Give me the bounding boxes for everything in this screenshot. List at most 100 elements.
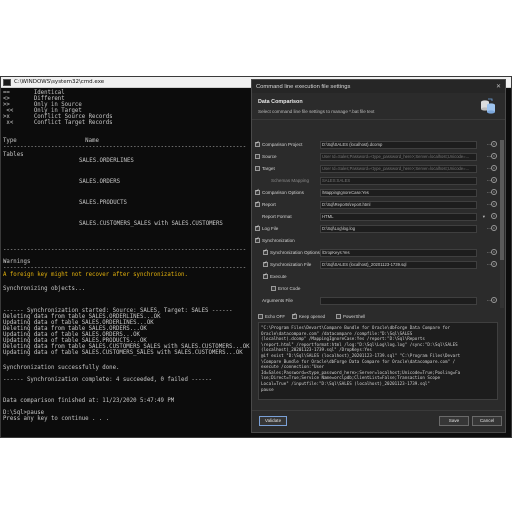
sync-complete: ------ Synchronization complete: 4 succe…	[3, 377, 212, 383]
dialog-title: Command line execution file settings	[256, 83, 351, 90]
synchronization-checkbox[interactable]	[255, 236, 260, 243]
cmd-title: C:\WINDOWS\system32\cmd.exe	[14, 79, 105, 85]
target-checkbox[interactable]	[255, 166, 260, 171]
sync-file-row: Synchronization File D:\Sql\SALES (local…	[254, 260, 497, 270]
footer-divider	[252, 410, 505, 411]
sync-file-checkbox[interactable]	[263, 260, 268, 267]
keep-opened-label: Keep opened	[299, 314, 326, 319]
legend-line: x< Conflict Target Records	[3, 120, 113, 126]
more-icon[interactable]: •	[491, 165, 497, 171]
terminal-icon	[3, 78, 11, 86]
error-code-label: Error Code	[278, 286, 301, 291]
arguments-file-field[interactable]	[320, 297, 477, 305]
more-icon[interactable]: •	[491, 261, 497, 267]
scrollbar-thumb[interactable]	[500, 140, 504, 260]
cancel-button[interactable]: Cancel	[472, 416, 502, 426]
more-icon[interactable]: •	[491, 225, 497, 231]
report-field[interactable]: D:\Sql\Reports\report.html	[320, 201, 477, 209]
report-format-select[interactable]: HTML	[320, 213, 477, 221]
cmd-output: == Identical <> Different >> Only in Sou…	[1, 88, 251, 437]
target-field[interactable]: User Id=Sales;Password=<type_password_he…	[320, 165, 477, 173]
powershell-label: PowerShell	[343, 314, 366, 319]
report-format-row: Report Format HTML ▾ •	[254, 212, 497, 222]
header-divider	[252, 119, 505, 120]
sync-options-row: Synchronization Options /DropKeys:Yes … …	[254, 248, 497, 258]
divider-line: ----------------------------------------…	[3, 247, 247, 253]
sync-file-label: Synchronization File	[270, 262, 312, 267]
sync-file-field[interactable]: D:\Sql\SALES (localhost)_20201123-1739.s…	[320, 261, 477, 269]
more-icon[interactable]: •	[491, 249, 497, 255]
report-row: Report D:\Sql\Reports\report.html … •	[254, 200, 497, 210]
more-icon[interactable]: •	[491, 201, 497, 207]
arguments-file-row: Arguments File … •	[254, 296, 497, 306]
synchronization-label: Synchronization	[262, 238, 295, 243]
powershell-checkbox[interactable]	[336, 314, 341, 319]
report-label: Report	[262, 202, 276, 207]
validate-button[interactable]: Validate	[259, 416, 287, 426]
more-icon[interactable]: •	[491, 177, 497, 183]
warning-message: A foreign key might not recover after sy…	[3, 272, 188, 278]
sync-options-checkbox[interactable]	[263, 248, 268, 255]
report-checkbox[interactable]	[255, 200, 260, 207]
sync-options-field[interactable]: /DropKeys:Yes	[320, 249, 477, 257]
header-title: Data Comparison	[258, 99, 303, 105]
more-icon[interactable]: •	[491, 189, 497, 195]
synchronization-row: Synchronization	[254, 236, 497, 246]
table-name: SALES.CUSTOMERS_SALES with SALES.CUSTOME…	[79, 221, 223, 227]
database-compare-icon	[481, 98, 495, 114]
finished-text: Data comparison finished at: 11/23/2020 …	[3, 398, 175, 404]
execute-label: Execute	[270, 274, 287, 279]
comparison-options-field[interactable]: /MappingIgnoreCase:Yes	[320, 189, 477, 197]
dialog-title-bar: Command line execution file settings ✕	[252, 80, 505, 93]
echo-off-checkbox[interactable]	[258, 314, 263, 319]
divider-line: ----------------------------------------…	[3, 265, 247, 271]
script-line: pause	[261, 386, 274, 392]
comparison-options-row: Comparison Options /MappingIgnoreCase:Ye…	[254, 188, 497, 198]
dialog-header: Data Comparison Select command line file…	[252, 93, 505, 119]
comparison-project-field[interactable]: D:\Sql\SALES (localhost).dcomp	[320, 141, 477, 149]
log-file-checkbox[interactable]	[255, 224, 260, 231]
target-row: Target User Id=Sales;Password=<type_pass…	[254, 164, 497, 174]
source-checkbox[interactable]	[255, 154, 260, 159]
execute-row: Execute	[254, 272, 497, 282]
script-options: Echo OFF Keep opened PowerShell	[258, 312, 499, 321]
comparison-project-checkbox[interactable]	[255, 140, 260, 147]
log-file-row: Log File D:\Sql\Log\log.log … •	[254, 224, 497, 234]
close-icon[interactable]: ✕	[496, 83, 501, 90]
more-icon[interactable]: •	[491, 213, 497, 219]
comparison-options-checkbox[interactable]	[255, 188, 260, 195]
more-icon[interactable]: •	[491, 141, 497, 147]
save-button[interactable]: Save	[439, 416, 469, 426]
comparison-project-row: Comparison Project D:\Sql\SALES (localho…	[254, 140, 497, 150]
arguments-file-label: Arguments File	[262, 298, 293, 303]
table-name: SALES.ORDERS	[79, 179, 121, 185]
execute-checkbox[interactable]	[263, 272, 268, 279]
sync-options-label: Synchronization Options	[270, 250, 320, 255]
source-row: Source User Id=Sales;Password=<type_pass…	[254, 152, 497, 162]
more-icon[interactable]: •	[491, 153, 497, 159]
keep-opened-checkbox[interactable]	[292, 312, 297, 319]
divider-line: ----------------------------------------…	[3, 144, 247, 150]
log-file-label: Log File	[262, 226, 279, 231]
press-key-line: Press any key to continue . . .	[3, 416, 110, 422]
settings-dialog: Command line execution file settings ✕ D…	[251, 79, 506, 433]
error-code-checkbox[interactable]	[271, 286, 276, 291]
sync-line: Updating data of table SALES.CUSTOMERS_S…	[3, 350, 243, 356]
schemas-mapping-field[interactable]: SALES:SALES	[320, 177, 477, 185]
log-file-field[interactable]: D:\Sql\Log\log.log	[320, 225, 477, 233]
chevron-down-icon[interactable]: ▾	[483, 214, 485, 220]
source-field[interactable]: User Id=Sales;Password=<type_password_he…	[320, 153, 477, 161]
source-label: Source	[262, 154, 277, 159]
comparison-options-label: Comparison Options	[262, 190, 304, 195]
target-label: Target	[262, 166, 275, 171]
tables-label: Tables	[3, 152, 24, 158]
more-icon[interactable]: •	[491, 297, 497, 303]
report-format-label: Report Format	[262, 214, 292, 219]
error-code-row: Error Code	[254, 284, 497, 294]
echo-off-label: Echo OFF	[265, 314, 286, 319]
settings-scrollbar[interactable]	[500, 140, 504, 308]
sync-success: Synchronization successfully done.	[3, 365, 120, 371]
bat-script-textarea[interactable]: "C:\Program Files\Devart\Compare Bundle …	[258, 322, 498, 400]
script-line: @if exist "D:\Sql\SALES (localhost)_2020…	[261, 352, 461, 358]
schemas-mapping-row: Schemas Mapping SALES:SALES … •	[254, 176, 497, 186]
